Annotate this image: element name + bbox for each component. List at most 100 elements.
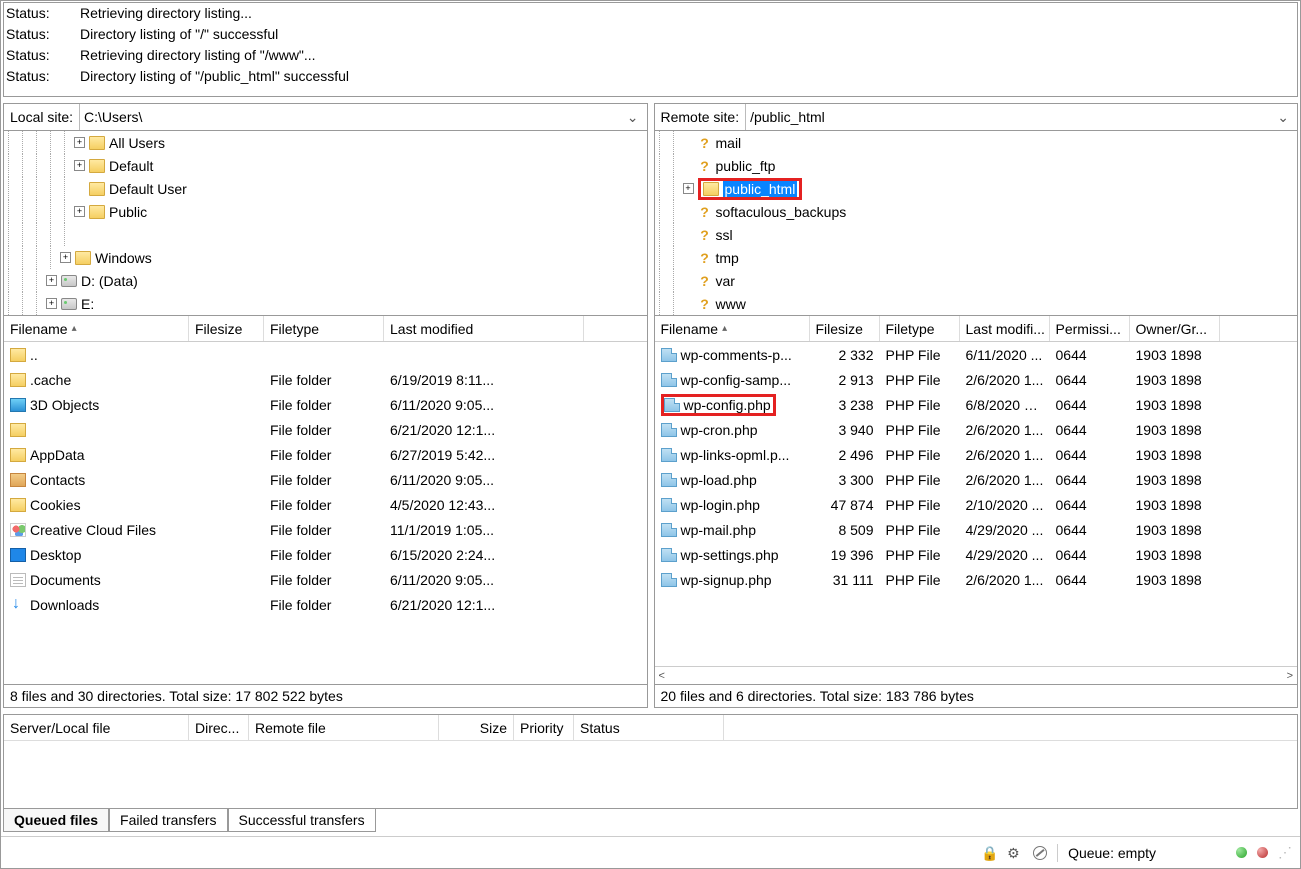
expander-icon[interactable]: + — [74, 160, 85, 171]
remote-site-input[interactable] — [746, 104, 1269, 130]
column-header[interactable]: Size — [439, 715, 514, 740]
status-log[interactable]: Status:Retrieving directory listing...St… — [3, 2, 1298, 97]
expander-icon[interactable]: + — [46, 275, 57, 286]
file-type: File folder — [264, 447, 384, 463]
column-header[interactable]: Filetype — [880, 316, 960, 341]
file-icon — [661, 448, 677, 462]
expander-icon[interactable]: + — [46, 298, 57, 309]
file-row[interactable]: DownloadsFile folder6/21/2020 12:1... — [4, 592, 647, 617]
file-row[interactable]: DesktopFile folder6/15/2020 2:24... — [4, 542, 647, 567]
tree-item[interactable]: +D: (Data) — [4, 269, 647, 292]
file-size: 8 509 — [810, 522, 880, 538]
column-header[interactable]: Last modifi... — [960, 316, 1050, 341]
tree-item[interactable]: +Default — [4, 154, 647, 177]
column-header[interactable]: Permissi... — [1050, 316, 1130, 341]
remote-tree[interactable]: ?mail?public_ftp+public_html?softaculous… — [654, 131, 1299, 316]
file-row[interactable]: .cacheFile folder6/19/2019 8:11... — [4, 367, 647, 392]
local-site-field[interactable]: ⌄ — [79, 104, 646, 130]
column-header[interactable]: Filesize — [189, 316, 264, 341]
file-owner: 1903 1898 — [1130, 572, 1220, 588]
gear-icon[interactable]: ⚙ — [1007, 845, 1023, 861]
tree-item[interactable]: ?www — [655, 292, 1298, 315]
tree-item[interactable]: +public_html — [655, 177, 1298, 200]
expander-icon[interactable]: + — [683, 183, 694, 194]
file-name: wp-config.php — [684, 397, 771, 413]
remote-site-field[interactable]: ⌄ — [745, 104, 1297, 130]
column-header[interactable]: Priority — [514, 715, 574, 740]
tree-item[interactable]: ?ssl — [655, 223, 1298, 246]
tree-item[interactable]: ?public_ftp — [655, 154, 1298, 177]
tab-successful-transfers[interactable]: Successful transfers — [228, 809, 376, 832]
column-header[interactable]: Filename▴ — [655, 316, 810, 341]
column-header[interactable]: Last modified — [384, 316, 584, 341]
file-name: wp-links-opml.p... — [681, 447, 790, 463]
file-row[interactable]: wp-load.php3 300PHP File2/6/2020 1...064… — [655, 467, 1298, 492]
file-list-header[interactable]: Filename▴FilesizeFiletypeLast modifi...P… — [655, 316, 1298, 342]
lock-icon[interactable]: 🔒 — [981, 845, 997, 861]
log-label: Status: — [6, 24, 80, 45]
file-row[interactable]: Creative Cloud FilesFile folder11/1/2019… — [4, 517, 647, 542]
local-file-list[interactable]: Filename▴FilesizeFiletypeLast modified..… — [4, 316, 647, 684]
file-icon — [10, 523, 26, 537]
file-row[interactable]: DocumentsFile folder6/11/2020 9:05... — [4, 567, 647, 592]
column-header[interactable]: Server/Local file — [4, 715, 189, 740]
file-row[interactable]: wp-settings.php19 396PHP File4/29/2020 .… — [655, 542, 1298, 567]
file-row[interactable]: wp-signup.php31 111PHP File2/6/2020 1...… — [655, 567, 1298, 592]
chevron-down-icon[interactable]: ⌄ — [619, 109, 647, 126]
column-header[interactable]: Filename▴ — [4, 316, 189, 341]
file-owner: 1903 1898 — [1130, 447, 1220, 463]
remote-file-list[interactable]: Filename▴FilesizeFiletypeLast modifi...P… — [655, 316, 1298, 666]
file-row[interactable]: AppDataFile folder6/27/2019 5:42... — [4, 442, 647, 467]
file-row[interactable]: .. — [4, 342, 647, 367]
expander-icon[interactable]: + — [60, 252, 71, 263]
file-row[interactable]: CookiesFile folder4/5/2020 12:43... — [4, 492, 647, 517]
local-site-input[interactable] — [80, 104, 619, 130]
column-header[interactable]: Remote file — [249, 715, 439, 740]
file-type: File folder — [264, 572, 384, 588]
sort-arrow-icon: ▴ — [722, 323, 727, 334]
column-header[interactable]: Filesize — [810, 316, 880, 341]
file-row[interactable]: ContactsFile folder6/11/2020 9:05... — [4, 467, 647, 492]
file-icon — [661, 348, 677, 362]
file-permissions: 0644 — [1050, 547, 1130, 563]
file-row[interactable]: File folder6/21/2020 12:1... — [4, 417, 647, 442]
tree-item[interactable]: ?tmp — [655, 246, 1298, 269]
column-header[interactable]: Filetype — [264, 316, 384, 341]
file-icon — [661, 523, 677, 537]
expander-icon[interactable]: + — [74, 137, 85, 148]
file-row[interactable]: wp-login.php47 874PHP File2/10/2020 ...0… — [655, 492, 1298, 517]
file-row[interactable]: wp-comments-p...2 332PHP File6/11/2020 .… — [655, 342, 1298, 367]
local-tree[interactable]: +All Users+DefaultDefault User+Public +Wi… — [3, 131, 648, 316]
file-owner: 1903 1898 — [1130, 372, 1220, 388]
tree-item[interactable]: +Windows — [4, 246, 647, 269]
question-icon: ? — [698, 135, 712, 151]
tree-item[interactable]: ?var — [655, 269, 1298, 292]
file-row[interactable]: wp-cron.php3 940PHP File2/6/2020 1...064… — [655, 417, 1298, 442]
file-row[interactable]: wp-links-opml.p...2 496PHP File2/6/2020 … — [655, 442, 1298, 467]
file-row[interactable]: wp-mail.php8 509PHP File4/29/2020 ...064… — [655, 517, 1298, 542]
tree-item[interactable] — [4, 223, 647, 246]
file-row[interactable]: wp-config-samp...2 913PHP File2/6/2020 1… — [655, 367, 1298, 392]
column-header[interactable]: Owner/Gr... — [1130, 316, 1220, 341]
resize-grip-icon[interactable]: ⋰ — [1278, 844, 1290, 861]
tab-failed-transfers[interactable]: Failed transfers — [109, 809, 227, 832]
tab-queued-files[interactable]: Queued files — [3, 809, 109, 832]
column-header[interactable]: Status — [574, 715, 724, 740]
file-list-header[interactable]: Filename▴FilesizeFiletypeLast modified — [4, 316, 647, 342]
tree-item[interactable]: Default User — [4, 177, 647, 200]
local-site-label: Local site: — [4, 109, 79, 125]
tree-item[interactable]: +All Users — [4, 131, 647, 154]
speed-limit-icon[interactable] — [1033, 846, 1047, 860]
tree-item[interactable]: ?softaculous_backups — [655, 200, 1298, 223]
file-row[interactable]: 3D ObjectsFile folder6/11/2020 9:05... — [4, 392, 647, 417]
column-header[interactable]: Direc... — [189, 715, 249, 740]
file-row[interactable]: wp-config.php3 238PHP File6/8/2020 3:...… — [655, 392, 1298, 417]
remote-hscroll[interactable]: <> — [655, 666, 1298, 684]
remote-file-list-wrap: Filename▴FilesizeFiletypeLast modifi...P… — [654, 316, 1299, 685]
chevron-down-icon[interactable]: ⌄ — [1269, 109, 1297, 126]
expander-icon[interactable]: + — [74, 206, 85, 217]
tree-item[interactable]: +Public — [4, 200, 647, 223]
transfer-queue[interactable]: Server/Local fileDirec...Remote fileSize… — [3, 714, 1298, 809]
tree-item[interactable]: +E: — [4, 292, 647, 315]
tree-item[interactable]: ?mail — [655, 131, 1298, 154]
